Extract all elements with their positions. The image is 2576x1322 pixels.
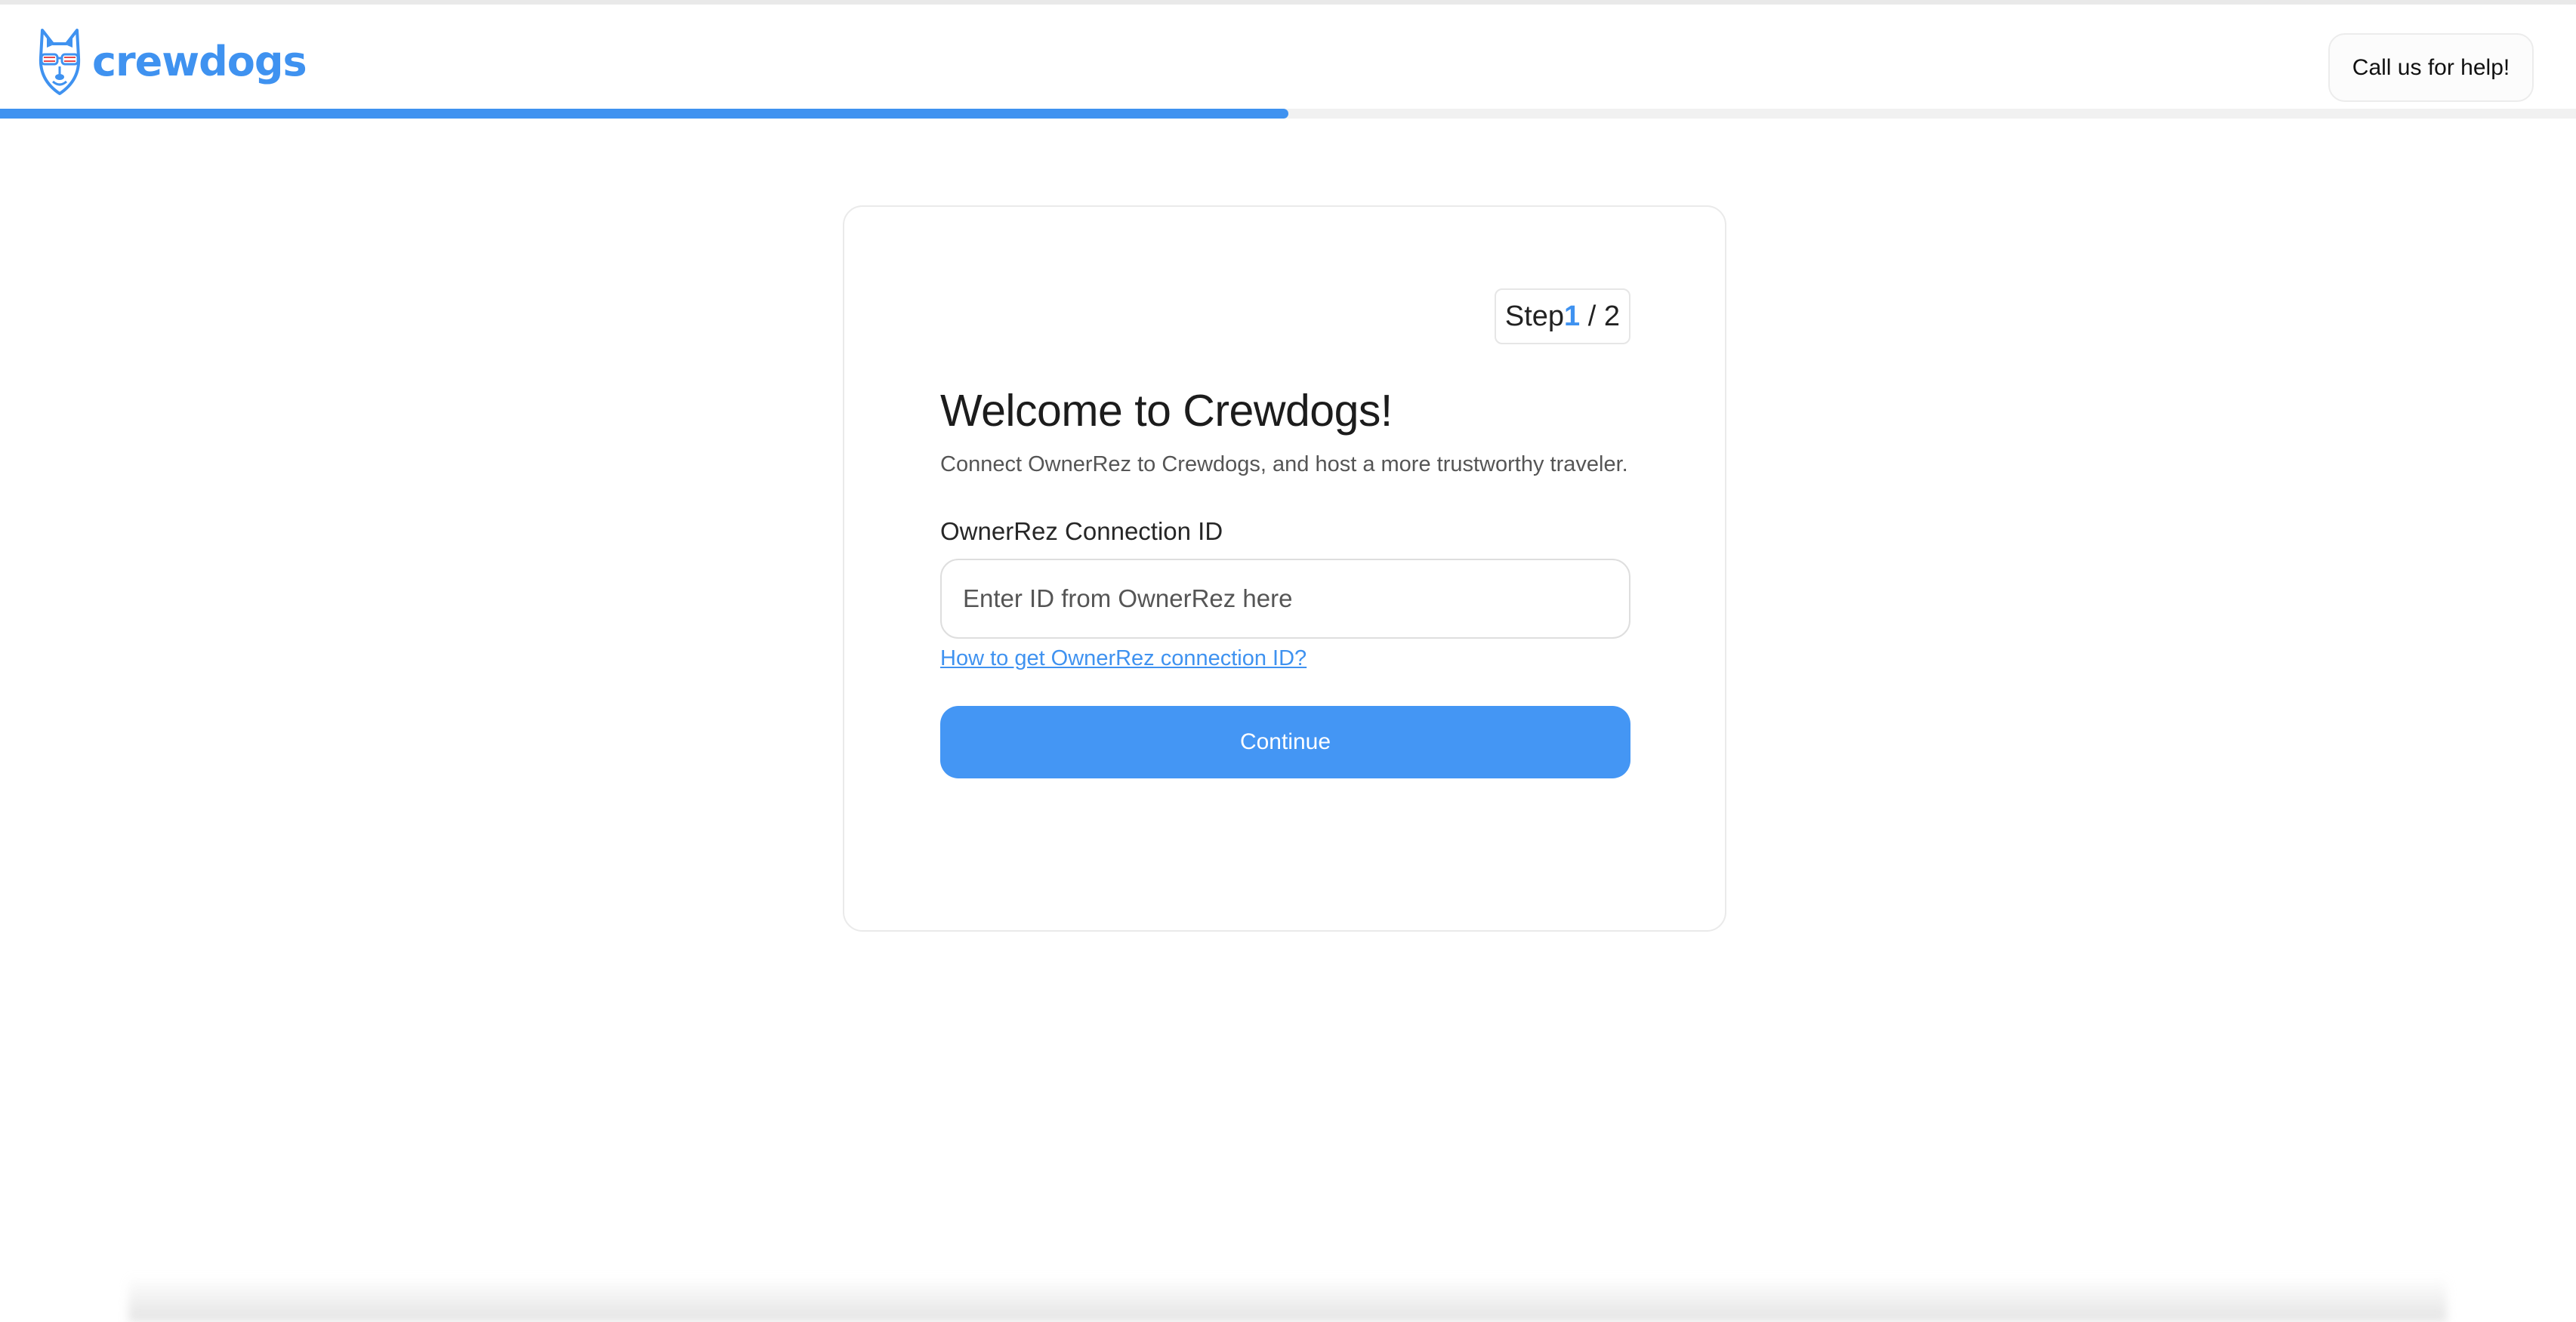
onboarding-card: Step 1 / 2 Welcome to Crewdogs! Connect …	[843, 205, 1726, 932]
connection-id-help-link[interactable]: How to get OwnerRez connection ID?	[940, 646, 1307, 671]
step-indicator: Step 1 / 2	[1494, 288, 1630, 344]
connection-id-input[interactable]	[940, 559, 1630, 639]
step-current: 1	[1564, 300, 1581, 332]
progress-fill	[0, 109, 1288, 119]
connection-id-label: OwnerRez Connection ID	[940, 517, 1223, 545]
top-header: crewdogs Call us for help!	[0, 5, 2576, 109]
call-for-help-button[interactable]: Call us for help!	[2328, 33, 2534, 102]
crewdogs-logo[interactable]: crewdogs	[36, 26, 307, 97]
brand-wordmark: crewdogs	[92, 38, 307, 85]
step-label: Step	[1504, 300, 1565, 332]
step-total: 2	[1603, 300, 1620, 332]
page-title: Welcome to Crewdogs!	[940, 386, 1393, 436]
bottom-shadow	[128, 1276, 2447, 1322]
page-subtitle: Connect OwnerRez to Crewdogs, and host a…	[940, 452, 1628, 476]
husky-dog-with-sunglasses-icon	[36, 27, 83, 97]
onboarding-progress-bar	[0, 109, 2576, 119]
continue-button[interactable]: Continue	[940, 706, 1630, 778]
step-separator: /	[1580, 300, 1604, 332]
